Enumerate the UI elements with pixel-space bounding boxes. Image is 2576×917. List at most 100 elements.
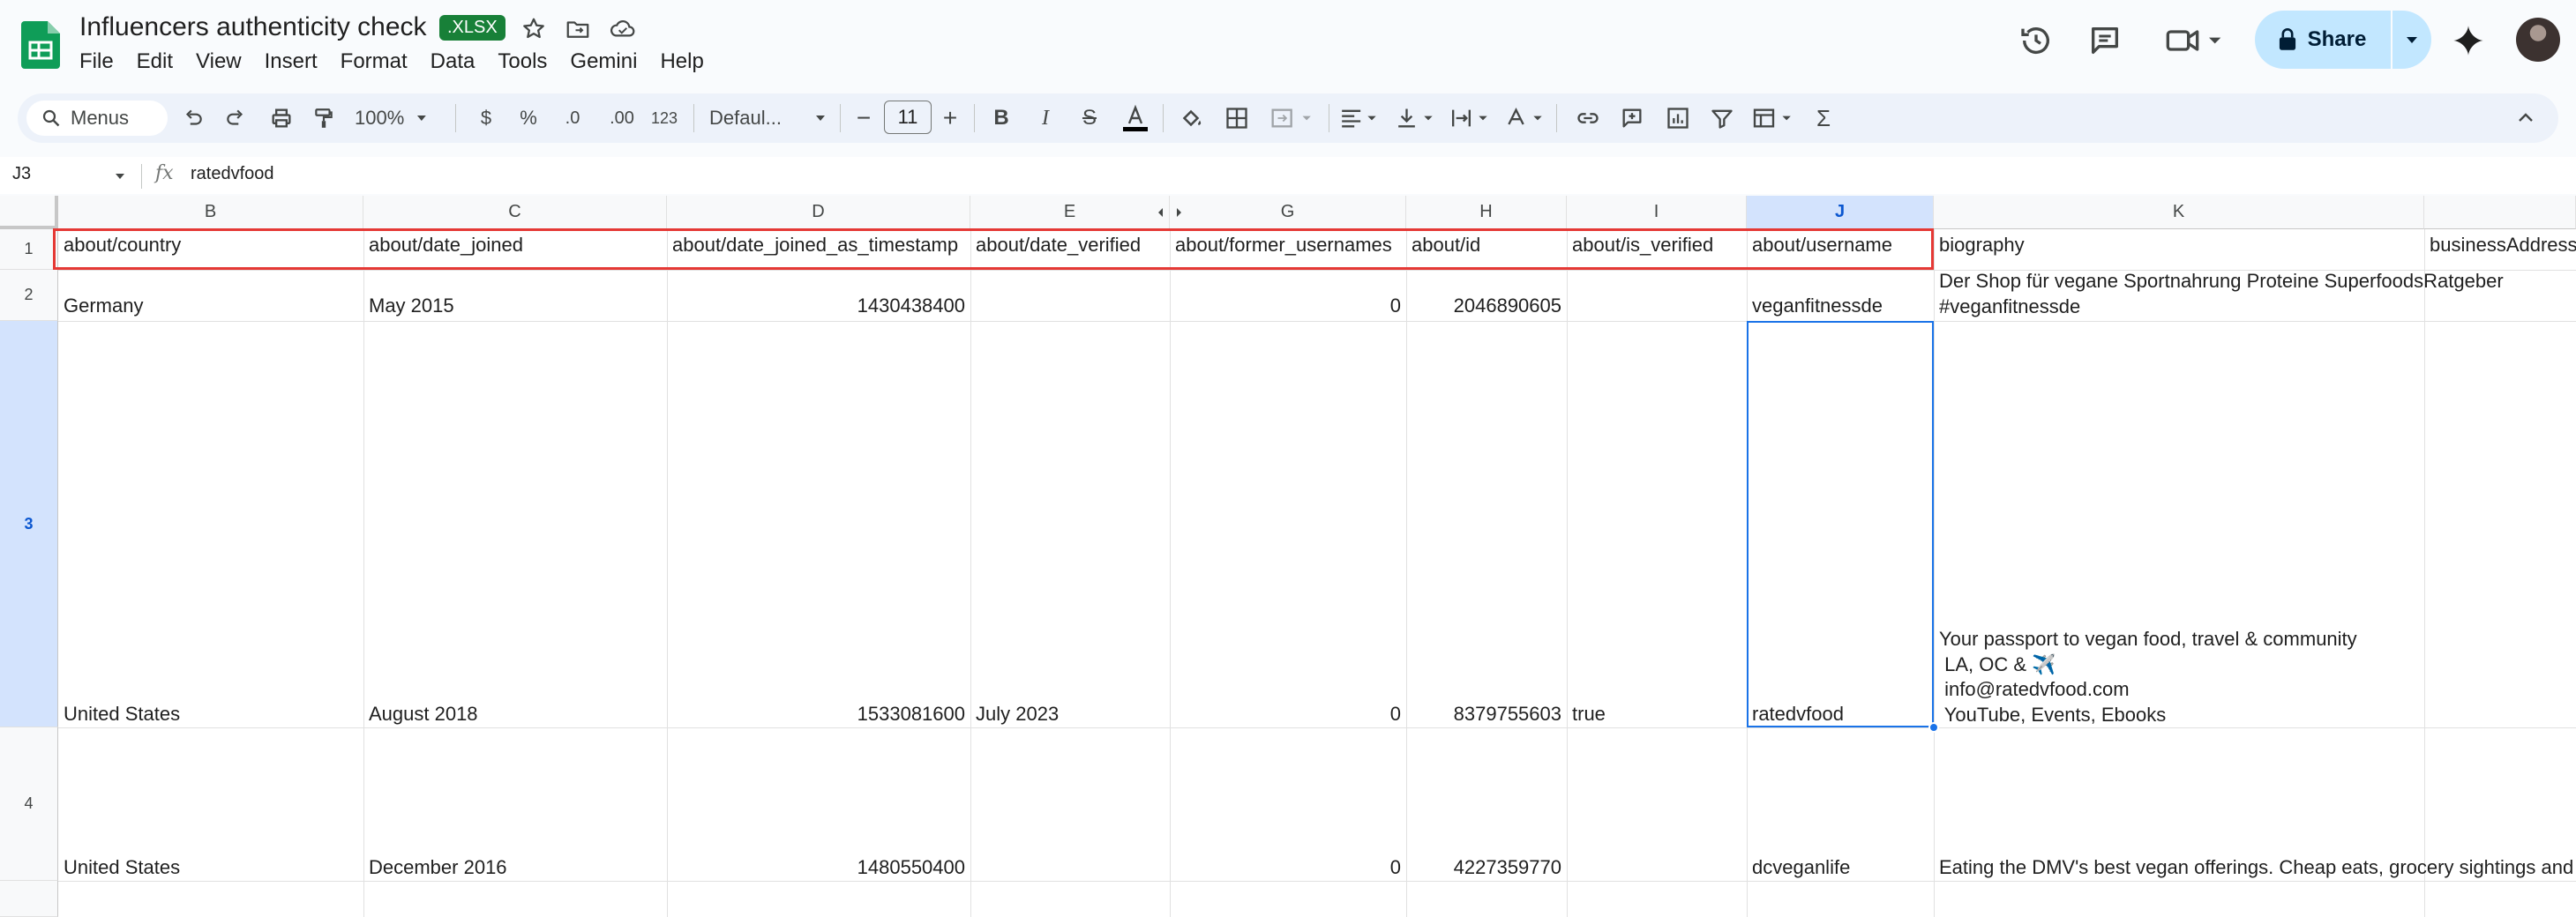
row-header-1[interactable]: 1	[0, 229, 58, 270]
collapse-toolbar-icon[interactable]	[2512, 104, 2539, 132]
undo-icon[interactable]	[180, 104, 206, 132]
font-select[interactable]: Defaul...	[709, 104, 829, 132]
name-box-dropdown-icon[interactable]	[111, 169, 129, 183]
cell-g2[interactable]: 0	[1175, 294, 1401, 318]
meet-video-icon[interactable]	[2165, 23, 2227, 58]
font-size-input[interactable]: 11	[884, 101, 932, 134]
cell-c4[interactable]: December 2016	[369, 855, 507, 880]
horizontal-align-icon[interactable]	[1337, 104, 1382, 132]
insert-link-icon[interactable]	[1574, 104, 1602, 132]
cell-j2[interactable]: veganfitnessde	[1752, 294, 1883, 318]
functions-icon[interactable]: Σ	[1810, 104, 1837, 132]
column-header-l[interactable]	[2424, 196, 2576, 229]
row-header-5[interactable]	[0, 881, 58, 917]
move-folder-icon[interactable]	[565, 16, 591, 42]
cell-k1[interactable]: biography	[1939, 233, 2025, 257]
borders-icon[interactable]	[1223, 104, 1251, 132]
cell-c2[interactable]: May 2015	[369, 294, 454, 318]
cell-b4[interactable]: United States	[64, 855, 180, 880]
cell-h4[interactable]: 4227359770	[1412, 855, 1561, 880]
text-color-icon[interactable]	[1119, 104, 1152, 132]
italic-icon[interactable]: I	[1032, 104, 1059, 132]
decrease-decimal-button[interactable]: .0	[558, 104, 588, 132]
cell-k2[interactable]: Der Shop für vegane Sportnahrung Protein…	[1939, 269, 2574, 319]
column-header-j[interactable]: J	[1747, 196, 1934, 229]
cell-i3[interactable]: true	[1572, 702, 1606, 727]
cell-h3[interactable]: 8379755603	[1412, 702, 1561, 727]
menus-search[interactable]: Menus	[26, 101, 168, 136]
redo-icon[interactable]	[222, 104, 249, 132]
cell-d4[interactable]: 1480550400	[672, 855, 965, 880]
cloud-saved-icon[interactable]	[609, 16, 635, 42]
fill-handle[interactable]	[1928, 722, 1939, 733]
bold-icon[interactable]: B	[988, 104, 1015, 132]
more-formats-button[interactable]: 123	[648, 104, 681, 132]
select-all-corner[interactable]	[0, 196, 58, 229]
text-rotation-icon[interactable]	[1503, 104, 1547, 132]
menu-gemini[interactable]: Gemini	[570, 49, 637, 74]
cell-l1[interactable]: businessAddress,	[2430, 233, 2576, 257]
menu-insert[interactable]: Insert	[265, 49, 318, 74]
formula-input[interactable]: ratedvfood	[191, 164, 274, 184]
star-icon[interactable]	[520, 16, 547, 42]
merge-cells-icon[interactable]	[1267, 104, 1320, 132]
insert-comment-icon[interactable]	[1618, 104, 1646, 132]
insert-chart-icon[interactable]	[1664, 104, 1692, 132]
strikethrough-icon[interactable]: S	[1076, 104, 1103, 132]
row-header-2[interactable]: 2	[0, 270, 58, 321]
sheets-logo-icon[interactable]	[21, 21, 60, 69]
cell-j4[interactable]: dcveganlife	[1752, 855, 1850, 880]
share-dropdown-icon[interactable]	[2396, 32, 2428, 49]
comments-icon[interactable]	[2087, 23, 2123, 58]
column-header-h[interactable]: H	[1406, 196, 1567, 229]
menu-view[interactable]: View	[196, 49, 242, 74]
decrease-font-size-icon[interactable]: −	[852, 104, 875, 132]
fill-color-icon[interactable]	[1177, 104, 1205, 132]
menu-format[interactable]: Format	[341, 49, 408, 74]
increase-decimal-button[interactable]: .00	[603, 104, 640, 132]
paint-format-icon[interactable]	[311, 104, 337, 132]
cell-g4[interactable]: 0	[1175, 855, 1401, 880]
menu-file[interactable]: File	[79, 49, 114, 74]
filter-views-icon[interactable]	[1750, 104, 1796, 132]
cell-c3[interactable]: August 2018	[369, 702, 478, 727]
menu-help[interactable]: Help	[660, 49, 703, 74]
document-title[interactable]: Influencers authenticity check	[79, 12, 427, 42]
zoom-select[interactable]: 100%	[355, 104, 431, 132]
filter-icon[interactable]	[1708, 104, 1736, 132]
menu-data[interactable]: Data	[431, 49, 476, 74]
version-history-icon[interactable]	[2018, 23, 2054, 58]
hidden-column-left-arrow-icon[interactable]	[1156, 206, 1164, 219]
cell-d2[interactable]: 1430438400	[672, 294, 965, 318]
row-header-4[interactable]: 4	[0, 727, 58, 881]
cell-b2[interactable]: Germany	[64, 294, 143, 318]
column-header-d[interactable]: D	[667, 196, 970, 229]
column-header-i[interactable]: I	[1567, 196, 1747, 229]
share-button[interactable]: Share	[2255, 11, 2389, 69]
text-wrapping-icon[interactable]	[1449, 104, 1493, 132]
menu-edit[interactable]: Edit	[137, 49, 173, 74]
row-header-3[interactable]: 3	[0, 321, 58, 727]
column-header-c[interactable]: C	[363, 196, 667, 229]
column-header-e[interactable]: E	[970, 196, 1170, 229]
name-box[interactable]: J3	[12, 164, 31, 184]
cell-b3[interactable]: United States	[64, 702, 180, 727]
column-header-g[interactable]: G	[1170, 196, 1406, 229]
cell-g3[interactable]: 0	[1175, 702, 1401, 727]
cell-h2[interactable]: 2046890605	[1412, 294, 1561, 318]
cell-k3[interactable]: Your passport to vegan food, travel & co…	[1939, 627, 2415, 727]
vertical-align-icon[interactable]	[1394, 104, 1438, 132]
increase-font-size-icon[interactable]: +	[939, 104, 962, 132]
column-header-b[interactable]: B	[58, 196, 363, 229]
column-header-k[interactable]: K	[1934, 196, 2424, 229]
menu-tools[interactable]: Tools	[498, 49, 547, 74]
cell-k4[interactable]: Eating the DMV's best vegan offerings. C…	[1939, 855, 2576, 880]
percent-format-button[interactable]: %	[515, 104, 542, 132]
gemini-icon[interactable]	[2451, 23, 2486, 58]
currency-format-button[interactable]: $	[473, 104, 499, 132]
hidden-column-right-arrow-icon[interactable]	[1175, 206, 1184, 219]
cell-d3[interactable]: 1533081600	[672, 702, 965, 727]
avatar[interactable]	[2516, 18, 2560, 62]
print-icon[interactable]	[266, 104, 296, 132]
cell-e3[interactable]: July 2023	[976, 702, 1059, 727]
